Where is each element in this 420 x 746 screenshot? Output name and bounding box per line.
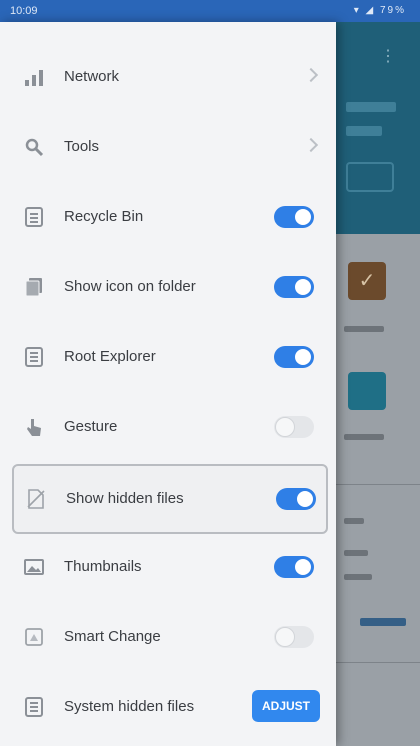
background-text: [344, 550, 368, 556]
background-link: [360, 618, 406, 626]
drawer-item-label: Root Explorer: [64, 348, 156, 365]
background-text: [344, 574, 372, 580]
navigation-drawer: Network Tools Recycle Bin Show icon on f…: [0, 22, 336, 746]
background-text: [344, 434, 384, 440]
toggle-knob: [293, 347, 313, 367]
gesture-icon: [22, 415, 46, 439]
toggle-knob: [293, 277, 313, 297]
thumbnails-icon: [22, 555, 46, 579]
adjust-button[interactable]: ADJUST: [252, 690, 320, 722]
drawer-item-label: Recycle Bin: [64, 208, 144, 225]
tools-icon: [22, 135, 46, 159]
drawer-item-smart-change[interactable]: Smart Change: [0, 602, 336, 672]
background-divider: [336, 662, 420, 663]
smart-change-icon: [22, 625, 46, 649]
drawer-item-label: Gesture: [64, 418, 118, 435]
hidden-files-icon: [24, 487, 48, 511]
drawer-item-label: Tools: [64, 138, 100, 155]
background-line: [346, 126, 382, 136]
background-card: [348, 372, 386, 410]
drawer-item-show-icon-on-folder[interactable]: Show icon on folder: [0, 252, 336, 322]
drawer-item-label: Show hidden files: [66, 490, 184, 507]
drawer-item-label: Thumbnails: [64, 558, 142, 575]
toggle-knob: [275, 417, 295, 437]
network-icon: [22, 65, 46, 89]
background-card-check-icon: ✓: [348, 262, 386, 300]
toggle-knob: [293, 557, 313, 577]
drawer-item-recycle-bin[interactable]: Recycle Bin: [0, 182, 336, 252]
drawer-item-label: System hidden files: [64, 698, 195, 715]
drawer-item-system-hidden-files[interactable]: System hidden files ADJUST: [0, 672, 336, 742]
root-explorer-icon: [22, 345, 46, 369]
root-explorer-toggle[interactable]: [274, 346, 314, 368]
thumbnails-toggle[interactable]: [274, 556, 314, 578]
chevron-right-icon: [303, 137, 319, 153]
toggle-knob: [275, 627, 295, 647]
recycle-bin-toggle[interactable]: [274, 206, 314, 228]
more-options-icon: ⋮: [380, 48, 396, 65]
gesture-toggle[interactable]: [274, 416, 314, 438]
background-divider: [336, 484, 420, 485]
drawer-item-root-explorer[interactable]: Root Explorer: [0, 322, 336, 392]
drawer-item-label: Smart Change: [64, 628, 161, 645]
background-text: [344, 326, 384, 332]
folder-icon: [22, 275, 46, 299]
background-line: [346, 102, 396, 112]
drawer-item-tools[interactable]: Tools: [0, 112, 336, 182]
background-header: ⋮: [336, 22, 420, 234]
toggle-knob: [295, 489, 315, 509]
recycle-bin-icon: [22, 205, 46, 229]
drawer-item-label: Network: [64, 68, 120, 85]
show-icon-on-folder-toggle[interactable]: [274, 276, 314, 298]
status-time: 10:09: [10, 5, 38, 17]
background-text: [344, 518, 364, 524]
show-hidden-files-toggle[interactable]: [276, 488, 316, 510]
chevron-right-icon: [303, 67, 319, 83]
background-app: ⋮ ✓: [336, 22, 420, 746]
smart-change-toggle[interactable]: [274, 626, 314, 648]
drawer-item-network[interactable]: Network: [0, 42, 336, 112]
drawer-item-show-hidden-files[interactable]: Show hidden files: [12, 464, 328, 534]
system-files-icon: [22, 695, 46, 719]
toggle-knob: [293, 207, 313, 227]
status-icons: ▾ ◢ 79%: [353, 5, 406, 16]
status-bar: 10:09 ▾ ◢ 79%: [0, 0, 420, 22]
background-box: [346, 162, 394, 192]
drawer-item-gesture[interactable]: Gesture: [0, 392, 336, 462]
drawer-item-thumbnails[interactable]: Thumbnails: [0, 532, 336, 602]
drawer-item-label: Show icon on folder: [64, 278, 196, 295]
